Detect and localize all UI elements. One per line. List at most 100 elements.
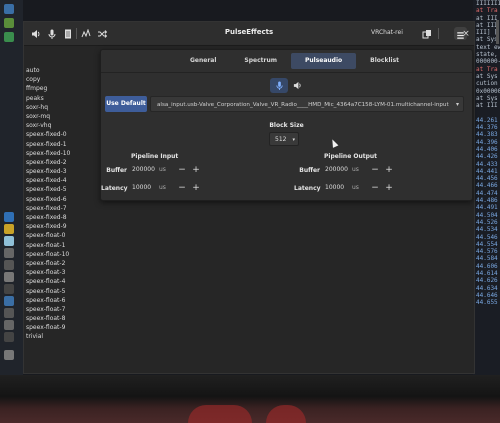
list-item[interactable]: speex-fixed-7 bbox=[26, 204, 101, 213]
minus-icon[interactable]: − bbox=[175, 181, 189, 194]
plus-icon[interactable]: + bbox=[382, 181, 396, 194]
app-icon[interactable] bbox=[4, 224, 14, 234]
app-icon[interactable] bbox=[4, 308, 14, 318]
terminal-line: at Sys bbox=[476, 72, 498, 80]
list-item[interactable]: speex-fixed-2 bbox=[26, 158, 101, 167]
plus-icon[interactable]: + bbox=[189, 181, 203, 194]
list-item[interactable]: speex-float-5 bbox=[26, 287, 101, 296]
terminal-line: 44.486 bbox=[476, 197, 498, 205]
minus-icon[interactable]: − bbox=[175, 163, 189, 176]
separator bbox=[438, 28, 439, 39]
list-item[interactable]: peaks bbox=[26, 94, 101, 103]
input-toggle[interactable] bbox=[270, 78, 288, 93]
folder-icon[interactable] bbox=[4, 32, 14, 42]
list-item[interactable]: soxr-hq bbox=[26, 103, 101, 112]
close-icon[interactable]: × bbox=[460, 26, 472, 41]
terminal-line: 44.383 bbox=[476, 131, 498, 139]
app-icon[interactable] bbox=[4, 320, 14, 330]
background-strip bbox=[0, 375, 500, 423]
terminal-line: at III bbox=[476, 102, 498, 110]
app-icon[interactable] bbox=[4, 284, 14, 294]
list-item[interactable]: speex-float-7 bbox=[26, 305, 101, 314]
app-icon[interactable] bbox=[4, 236, 14, 246]
block-size-select[interactable]: 512 ▾ bbox=[269, 132, 299, 146]
list-item[interactable]: speex-float-10 bbox=[26, 250, 101, 259]
terminal-line: 44.646 bbox=[476, 291, 498, 299]
app-icon[interactable] bbox=[4, 272, 14, 282]
use-default-button[interactable]: Use Default bbox=[105, 96, 147, 112]
list-item[interactable]: soxr-vhq bbox=[26, 121, 101, 130]
microphone-icon bbox=[275, 81, 283, 90]
folder-icon[interactable] bbox=[4, 18, 14, 28]
list-item[interactable]: speex-float-6 bbox=[26, 296, 101, 305]
headerbar: PulseEffects VRChat-rei × bbox=[24, 22, 474, 46]
terminal-line: 000000- bbox=[476, 58, 500, 66]
input-device-select[interactable]: alsa_input.usb-Valve_Corporation_Valve_V… bbox=[150, 96, 464, 112]
tab-pulseaudio[interactable]: Pulseaudio bbox=[291, 53, 357, 69]
list-item[interactable]: speex-fixed-1 bbox=[26, 140, 101, 149]
tab-blocklist[interactable]: Blocklist bbox=[356, 53, 413, 69]
list-item[interactable]: speex-float-1 bbox=[26, 241, 101, 250]
minus-icon[interactable]: − bbox=[368, 181, 382, 194]
output-toggle[interactable] bbox=[288, 78, 306, 93]
settings-popover: General Spectrum Pulseaudio Blocklist Us… bbox=[100, 49, 473, 201]
output-buffer-value[interactable]: 200000 bbox=[325, 166, 352, 173]
list-item[interactable]: speex-fixed-8 bbox=[26, 213, 101, 222]
terminal-line: 44.474 bbox=[476, 189, 498, 197]
speaker-icon bbox=[293, 81, 301, 90]
app-icon[interactable] bbox=[4, 212, 14, 222]
app-icon[interactable] bbox=[4, 260, 14, 270]
chevron-down-icon: ▾ bbox=[292, 137, 295, 143]
input-buffer-value[interactable]: 200000 bbox=[132, 166, 159, 173]
terminal-line: 44.456 bbox=[476, 175, 498, 183]
list-item[interactable]: speex-fixed-5 bbox=[26, 185, 101, 194]
list-item[interactable]: speex-float-8 bbox=[26, 314, 101, 323]
copy-icon[interactable] bbox=[421, 26, 433, 41]
output-latency-value[interactable]: 10000 bbox=[325, 184, 352, 191]
list-item[interactable]: soxr-mq bbox=[26, 112, 101, 121]
list-item[interactable]: auto bbox=[26, 66, 101, 75]
background-shape bbox=[188, 405, 252, 423]
terminal-line: 44.534 bbox=[476, 226, 498, 234]
list-item[interactable]: speex-fixed-6 bbox=[26, 195, 101, 204]
list-item[interactable]: speex-fixed-3 bbox=[26, 167, 101, 176]
list-item[interactable]: ffmpeg bbox=[26, 84, 101, 93]
terminal-output: IIIIIII at Tra at III at III III] [at Sys tex… bbox=[473, 0, 500, 306]
plus-icon[interactable]: + bbox=[382, 163, 396, 176]
preset-name[interactable]: VRChat-rei bbox=[371, 29, 403, 36]
list-item[interactable]: speex-float-9 bbox=[26, 323, 101, 332]
tab-spectrum[interactable]: Spectrum bbox=[230, 53, 291, 69]
terminal-line: 44.426 bbox=[476, 153, 498, 161]
list-item[interactable]: speex-float-2 bbox=[26, 259, 101, 268]
list-item[interactable]: speex-float-3 bbox=[26, 268, 101, 277]
input-buffer-spin: 200000 us − + bbox=[132, 163, 203, 176]
terminal-line: 44.554 bbox=[476, 240, 498, 248]
terminal-window: IIIIIII at Tra at III at III III] [at Sys tex… bbox=[473, 0, 500, 375]
list-item[interactable]: speex-fixed-10 bbox=[26, 149, 101, 158]
tab-general[interactable]: General bbox=[176, 53, 230, 69]
list-item[interactable]: copy bbox=[26, 75, 101, 84]
terminal-icon[interactable] bbox=[4, 4, 14, 14]
terminal-line: cution bbox=[476, 80, 498, 88]
minus-icon[interactable]: − bbox=[368, 163, 382, 176]
plus-icon[interactable]: + bbox=[189, 163, 203, 176]
list-item[interactable]: trivial bbox=[26, 332, 101, 341]
terminal-line: 44.504 bbox=[476, 211, 498, 219]
app-icon[interactable] bbox=[4, 296, 14, 306]
desktop-dock bbox=[0, 0, 23, 423]
list-item[interactable]: speex-fixed-9 bbox=[26, 222, 101, 231]
list-item[interactable]: speex-fixed-4 bbox=[26, 176, 101, 185]
terminal-line: 44.584 bbox=[476, 255, 498, 263]
app-icon[interactable] bbox=[4, 248, 14, 258]
app-icon[interactable] bbox=[4, 332, 14, 342]
scrollbar[interactable] bbox=[496, 20, 499, 44]
list-item[interactable]: speex-float-4 bbox=[26, 277, 101, 286]
terminal-line: 44.491 bbox=[476, 204, 498, 212]
list-item[interactable]: speex-fixed-0 bbox=[26, 130, 101, 139]
list-item[interactable]: speex-float-0 bbox=[26, 231, 101, 240]
terminal-line: 0x00000 bbox=[476, 87, 500, 95]
terminal-line: 44.466 bbox=[476, 182, 498, 190]
input-latency-value[interactable]: 10000 bbox=[132, 184, 159, 191]
terminal-line: 44.634 bbox=[476, 284, 498, 292]
app-icon[interactable] bbox=[4, 350, 14, 360]
